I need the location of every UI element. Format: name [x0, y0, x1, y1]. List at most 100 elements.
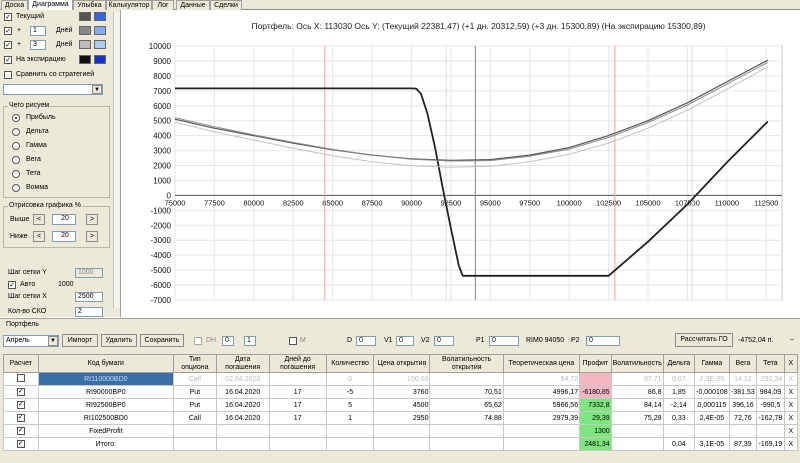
column-header[interactable]: Тип опциона [172, 354, 217, 373]
dh-input-2[interactable]: 1 [244, 336, 256, 346]
left-panel-scrollbar[interactable] [113, 12, 120, 308]
tab-calculator[interactable]: Калькулятор [106, 0, 152, 10]
calc-checkbox-cell[interactable]: ✓ [3, 411, 39, 425]
column-header[interactable]: Тета [756, 354, 785, 373]
expiry-color-swatch-2[interactable] [94, 55, 106, 64]
row-checkbox[interactable]: ✓ [16, 414, 25, 422]
tab-deals[interactable]: Сделки [210, 0, 242, 10]
calc-checkbox-cell[interactable]: ✓ [3, 398, 39, 412]
table-row[interactable]: RI110000BD0 Call 02.04.2020 0 150,00 54,72 97,… [3, 372, 799, 386]
type-cell [172, 437, 217, 451]
plus1-color-swatch-2[interactable] [94, 26, 106, 35]
remove-cell[interactable]: X [783, 372, 799, 386]
v1-input[interactable]: 0 [396, 336, 414, 346]
compare-checkbox[interactable] [4, 71, 12, 79]
p1-input[interactable]: 0 [489, 336, 519, 346]
calc-checkbox-cell[interactable] [3, 372, 39, 386]
plus3-color-swatch-2[interactable] [94, 40, 106, 49]
strategy-select[interactable] [3, 84, 103, 95]
row-checkbox[interactable]: ✓ [16, 388, 25, 396]
table-row[interactable]: ✓ RI102500BD0 Call 16.04.2020 17 1 2950 74,88 29… [3, 411, 799, 425]
above-input[interactable]: 20 [52, 214, 76, 225]
below-increment-button[interactable]: > [86, 231, 98, 242]
column-header[interactable]: Гамма [694, 354, 730, 373]
radio-profit-label: Прибыль [26, 114, 56, 121]
remove-cell[interactable]: X [783, 424, 799, 438]
column-header[interactable]: Количество [325, 354, 375, 373]
table-row[interactable]: ✓ RI92500BP0 Put 16.04.2020 17 5 4500 65,62 5966… [3, 398, 799, 412]
below-input[interactable]: 20 [52, 231, 76, 242]
remove-cell[interactable]: X [783, 385, 799, 399]
code-cell: FixedProfit [37, 424, 174, 438]
plus1-days-input[interactable]: 1 [30, 26, 46, 36]
column-header[interactable]: Профит [579, 354, 612, 373]
plus1-color-swatch[interactable] [79, 26, 91, 35]
grid-y-input[interactable]: 1000 [75, 268, 103, 278]
table-row[interactable]: ✓ FixedProfit 1300 X [3, 424, 799, 438]
remove-cell[interactable]: X [783, 411, 799, 425]
auto-checkbox[interactable]: ✓ [8, 281, 16, 289]
d-input[interactable]: 0 [356, 336, 376, 346]
plus3-checkbox[interactable]: ✓ [4, 41, 12, 49]
radio-delta[interactable] [12, 128, 20, 136]
table-row[interactable]: ✓ RI90000BP0 Put 16.04.2020 17 -5 3760 70,51 499… [3, 385, 799, 399]
tab-data[interactable]: Данные [176, 0, 210, 10]
grid-x-input[interactable]: 2500 [75, 292, 103, 302]
row-checkbox[interactable] [16, 374, 25, 382]
radio-vega[interactable] [12, 156, 20, 164]
column-header[interactable]: Дельта [662, 354, 696, 373]
below-decrement-button[interactable]: < [33, 231, 45, 242]
calculate-go-button[interactable]: Рассчитать ГО [675, 333, 733, 347]
minimize-icon[interactable]: _ [790, 333, 794, 340]
current-checkbox[interactable]: ✓ [4, 13, 12, 21]
payoff-chart[interactable]: Портфель: Ось X: 113030 Ось Y: (Текущий … [122, 10, 800, 318]
column-header[interactable]: Теоретическая цена [502, 354, 581, 373]
p2-input[interactable]: 0 [586, 336, 620, 346]
expiry-color-swatch[interactable] [79, 55, 91, 64]
column-header[interactable]: Волатильность открытия [429, 354, 504, 373]
column-header[interactable]: Вега [728, 354, 758, 373]
remove-cell[interactable]: X [783, 437, 799, 451]
tab-diagram[interactable]: Диаграмма [28, 0, 73, 10]
row-checkbox[interactable]: ✓ [16, 440, 25, 448]
current-color-swatch[interactable] [79, 12, 91, 21]
v2-input[interactable]: 0 [434, 336, 454, 346]
remove-cell[interactable]: X [783, 398, 799, 412]
tab-board[interactable]: Доска [1, 0, 28, 10]
column-header[interactable]: Дата погашения [215, 354, 270, 373]
radio-vomma[interactable] [12, 184, 20, 192]
save-button[interactable]: Сохранить [140, 334, 184, 347]
row-checkbox[interactable]: ✓ [16, 427, 25, 435]
month-chevron-down-icon[interactable]: ▼ [48, 336, 58, 346]
plus1-checkbox[interactable]: ✓ [4, 27, 12, 35]
current-color-swatch-2[interactable] [94, 12, 106, 21]
column-header[interactable]: Дней до погашения [268, 354, 327, 373]
tab-log[interactable]: Лог [152, 0, 174, 10]
column-header[interactable]: X [783, 354, 799, 373]
radio-gamma[interactable] [12, 142, 20, 150]
calc-checkbox-cell[interactable]: ✓ [3, 385, 39, 399]
table-row[interactable]: ✓ Итого: 2481,34 0,04 3,1E-05 87,39 -169,19 X [3, 437, 799, 451]
column-header[interactable]: Волатильность [610, 354, 664, 373]
tab-smile[interactable]: Улыбка [73, 0, 106, 10]
m-checkbox[interactable] [289, 337, 297, 345]
calc-checkbox-cell[interactable]: ✓ [3, 424, 39, 438]
plus3-days-input[interactable]: 3 [30, 40, 46, 50]
expiry-checkbox[interactable]: ✓ [4, 56, 12, 64]
dh-input-1[interactable]: 0 [222, 336, 234, 346]
above-increment-button[interactable]: > [86, 214, 98, 225]
radio-profit[interactable] [12, 114, 20, 122]
column-header[interactable]: Код бумаги [37, 354, 174, 373]
row-checkbox[interactable]: ✓ [16, 401, 25, 409]
import-button[interactable]: Импорт [62, 334, 98, 347]
dh-checkbox[interactable] [194, 337, 202, 345]
plus3-color-swatch[interactable] [79, 40, 91, 49]
column-header[interactable]: Расчет [3, 354, 39, 373]
chevron-down-icon[interactable]: ▼ [92, 85, 102, 94]
calc-checkbox-cell[interactable]: ✓ [3, 437, 39, 451]
sko-input[interactable]: 2 [75, 307, 103, 317]
radio-theta[interactable] [12, 170, 20, 178]
above-decrement-button[interactable]: < [33, 214, 45, 225]
column-header[interactable]: Цена открытия [373, 354, 431, 373]
delete-button[interactable]: Удалить [101, 334, 137, 347]
